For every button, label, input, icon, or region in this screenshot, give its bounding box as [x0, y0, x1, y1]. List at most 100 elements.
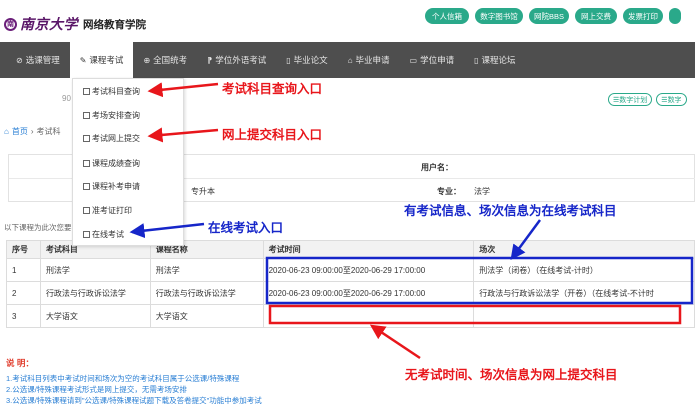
menu-item-label: 在线考试 — [92, 230, 124, 239]
more-button[interactable] — [669, 8, 681, 24]
nav-degree-application[interactable]: ▭ 学位申请 — [400, 42, 465, 78]
menu-item-label: 考试网上提交 — [92, 134, 140, 143]
menu-item-label: 准考证打印 — [92, 206, 132, 215]
cell-session — [473, 304, 695, 328]
menu-item-label: 考试科目查询 — [92, 87, 140, 96]
briefcase-icon: ▭ — [409, 55, 418, 65]
menu-doc-icon — [83, 88, 90, 95]
annotation-submit-entry: 网上提交科目入口 — [222, 128, 323, 142]
nav-label: 学位外语考试 — [215, 55, 267, 65]
invoice-print-button[interactable]: 发票打印 — [623, 8, 663, 24]
nav-label: 毕业论文 — [293, 55, 328, 65]
plan-button-label: 数字 — [667, 96, 682, 104]
partial-number: 90 — [62, 94, 71, 103]
cell-time: 2020-06-23 09:00:00至2020-06-29 17:00:00 — [262, 281, 475, 305]
cell-course: 刑法学 — [149, 258, 264, 282]
menu-doc-icon — [83, 160, 90, 167]
menu-doc-icon — [83, 207, 90, 214]
menu-item-grade-query[interactable]: 课程成绩查询 — [83, 158, 140, 169]
col-header-time: 考试时间 — [262, 240, 475, 259]
menu-item-label: 考场安排查询 — [92, 111, 140, 120]
logo[interactable]: 南 南京大学 网络教育学院 — [4, 14, 146, 34]
nav-label: 课程论坛 — [481, 55, 516, 65]
major-value: 法学 — [474, 187, 490, 196]
breadcrumb-separator: › — [30, 127, 34, 136]
online-payment-button[interactable]: 网上交费 — [575, 8, 617, 24]
cell-session[interactable]: 刑法学（闭卷）（在线考试-计时） — [473, 258, 695, 282]
breadcrumb-current: 考试科 — [36, 127, 61, 136]
menu-item-makeup-exam[interactable]: 课程补考申请 — [83, 181, 140, 192]
cell-time: 2020-06-23 09:00:00至2020-06-29 17:00:00 — [262, 258, 475, 282]
nav-course-selection[interactable]: ⊘ 选课管理 — [6, 42, 70, 78]
col-header-session: 场次 — [473, 240, 695, 259]
nav-course-forum[interactable]: ▯ 课程论坛 — [464, 42, 525, 78]
course-exam-dropdown: 考试科目查询 考场安排查询 考试网上提交 课程成绩查询 课程补考申请 准考证打印… — [72, 78, 184, 246]
school-name: 网络教育学院 — [83, 18, 146, 31]
top-button-group: 个人信箱 数字图书馆 网院BBS 网上交费 发票打印 — [425, 8, 681, 24]
home-icon[interactable]: ⌂ — [4, 127, 9, 136]
logo-seal-icon: 南 — [4, 17, 17, 31]
menu-doc-icon — [83, 183, 90, 190]
cell-subject: 行政法与行政诉讼法学 — [39, 281, 151, 305]
graduation-cap-icon: ⌂ — [347, 55, 353, 65]
digital-plan-button[interactable]: ☰ 数字计划 — [608, 93, 653, 106]
annotation-online-entry: 在线考试入口 — [208, 221, 284, 235]
cell-index: 2 — [6, 281, 41, 305]
menu-item-admission-ticket-print[interactable]: 准考证打印 — [83, 205, 132, 216]
arrow-submit-info — [369, 324, 421, 360]
menu-item-online-submission[interactable]: 考试网上提交 — [83, 133, 140, 144]
edit-icon: ✎ — [79, 55, 87, 65]
globe-icon: ⊕ — [143, 55, 151, 65]
breadcrumb-home[interactable]: 首页 — [12, 126, 28, 137]
nav-course-exam[interactable]: ✎ 课程考试 — [69, 42, 134, 78]
breadcrumb: ⌂ 首页 › 考试科 — [4, 126, 61, 137]
nav-label: 选课管理 — [25, 55, 60, 65]
cell-index: 3 — [6, 304, 41, 328]
menu-item-exam-subject-query[interactable]: 考试科目查询 — [83, 86, 140, 97]
menu-item-online-exam[interactable]: 在线考试 — [83, 229, 124, 240]
mailbox-button[interactable]: 个人信箱 — [425, 8, 469, 24]
annotation-online-info: 有考试信息、场次信息为在线考试科目 — [404, 204, 617, 218]
plan-button-group: ☰ 数字计划 ☰ 数字 — [608, 93, 687, 106]
cell-index: 1 — [6, 258, 41, 282]
bulb-icon: ⁋ — [207, 55, 213, 65]
course-hint: 以下课程为此次您要 — [4, 223, 72, 232]
cell-subject: 大学语文 — [39, 304, 151, 328]
digital-button[interactable]: ☰ 数字 — [656, 93, 687, 106]
nav-label: 全国统考 — [153, 55, 188, 65]
exam-subject-table: 序号 考试科目 课程名称 考试时间 场次 1 刑法学 刑法学 2020-06-2… — [6, 240, 695, 328]
col-header-index: 序号 — [6, 240, 41, 259]
bbs-button[interactable]: 网院BBS — [529, 8, 569, 24]
prohibit-icon: ⊘ — [16, 55, 23, 65]
nav-label: 学位申请 — [420, 55, 455, 65]
menu-doc-icon — [83, 135, 90, 142]
nav-degree-language-exam[interactable]: ⁋ 学位外语考试 — [197, 42, 276, 78]
header: 南 南京大学 网络教育学院 个人信箱 数字图书馆 网院BBS 网上交费 发票打印 — [0, 0, 695, 42]
nav-thesis[interactable]: ▯ 毕业论文 — [276, 42, 337, 78]
education-level: 专升本 — [191, 187, 215, 196]
main-nav: ⊘ 选课管理 ✎ 课程考试 ⊕ 全国统考 ⁋ 学位外语考试 ▯ 毕业论文 ⌂ 毕… — [0, 42, 695, 78]
nav-label: 毕业申请 — [355, 55, 390, 65]
cell-session[interactable]: 行政法与行政诉讼法学（开卷）（在线考试-不计时 — [473, 281, 695, 305]
menu-doc-icon — [83, 112, 90, 119]
username-label: 用户名： — [421, 163, 453, 172]
table-row[interactable]: 2 行政法与行政诉讼法学 行政法与行政诉讼法学 2020-06-23 09:00… — [6, 281, 695, 305]
notes-section: 说 明： 1.考试科目列表中考试时间和场次为空的考试科目属于公选课/特殊课程 2… — [6, 357, 262, 406]
menu-item-exam-room-query[interactable]: 考场安排查询 — [83, 110, 140, 121]
note-line: 3.公选课/特殊课程请到"公选课/特殊课程试题下载及答卷提交"功能中参加考试 — [6, 396, 262, 405]
table-row[interactable]: 3 大学语文 大学语文 — [6, 304, 695, 328]
document-icon: ▯ — [286, 55, 291, 65]
cell-course: 行政法与行政诉讼法学 — [149, 281, 264, 305]
table-row[interactable]: 1 刑法学 刑法学 2020-06-23 09:00:00至2020-06-29… — [6, 258, 695, 282]
menu-item-label: 课程补考申请 — [92, 182, 140, 191]
digital-library-button[interactable]: 数字图书馆 — [475, 8, 523, 24]
menu-item-label: 课程成绩查询 — [92, 159, 140, 168]
note-line: 2.公选课/特殊课程考试形式是网上提交，无需考场安排 — [6, 385, 187, 394]
notes-title: 说 明： — [6, 358, 34, 368]
nav-national-exam[interactable]: ⊕ 全国统考 — [133, 42, 197, 78]
nav-graduation-application[interactable]: ⌂ 毕业申请 — [338, 42, 400, 78]
nav-label: 课程考试 — [89, 55, 124, 65]
cell-time — [262, 304, 475, 328]
plan-button-label: 数字计划 — [619, 96, 648, 104]
forum-icon: ▯ — [474, 55, 479, 65]
